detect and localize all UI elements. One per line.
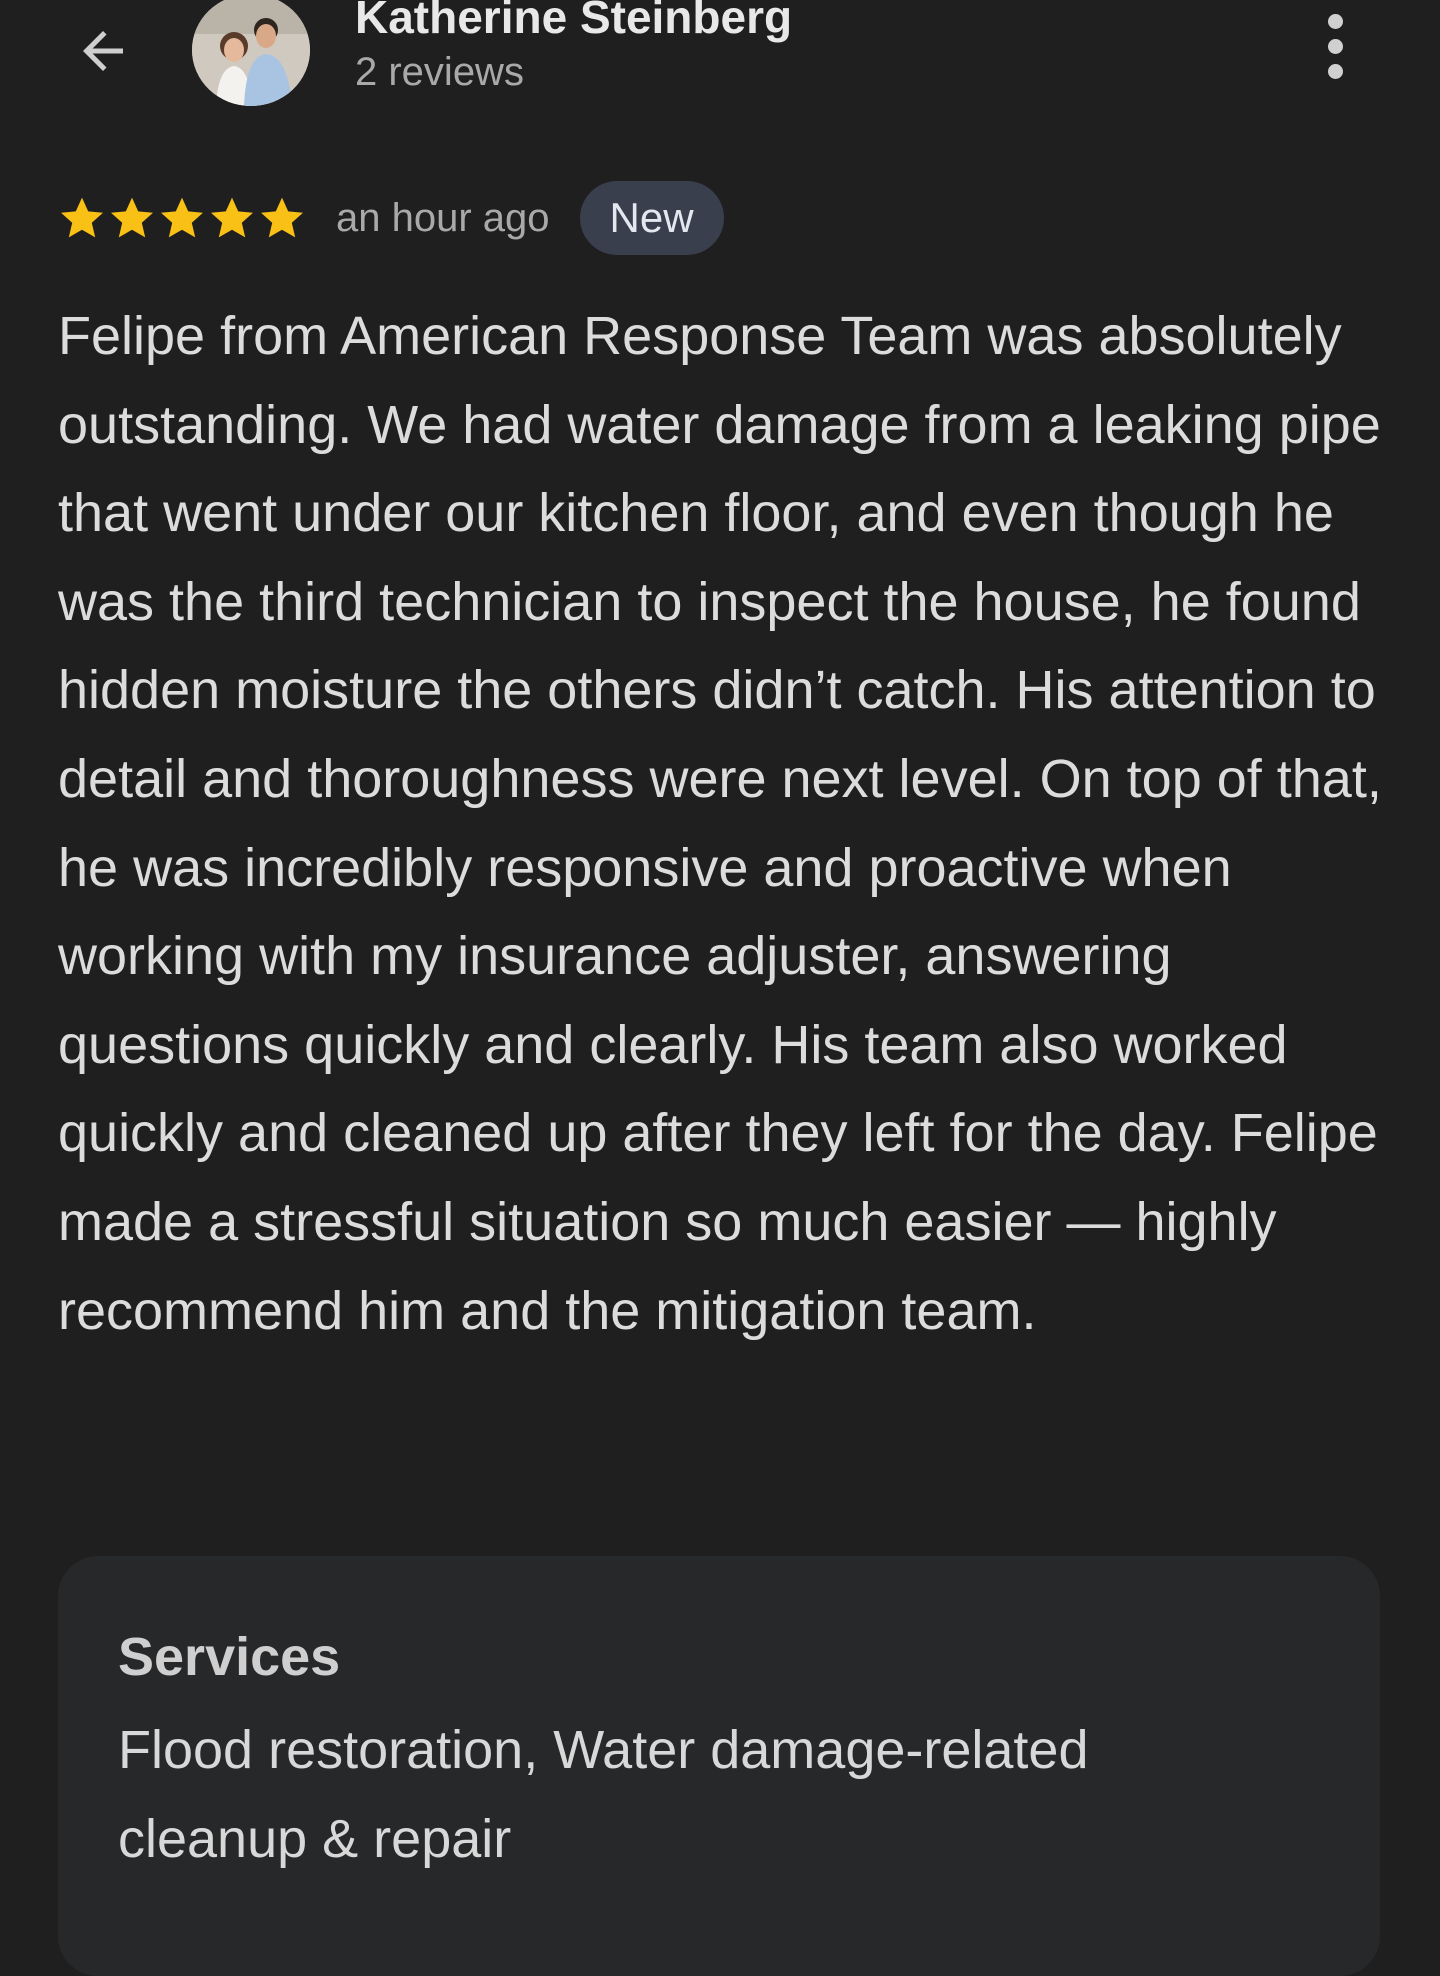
new-badge: New: [579, 181, 724, 255]
star-icon: [211, 197, 253, 238]
review-header: Katherine Steinberg 2 reviews: [0, 0, 1440, 130]
more-options-button[interactable]: [1300, 6, 1370, 86]
back-button[interactable]: [58, 6, 148, 96]
more-vertical-icon-dot: [1327, 38, 1343, 54]
more-vertical-icon-dot: [1327, 63, 1343, 79]
services-title: Services: [118, 1627, 341, 1687]
avatar[interactable]: [192, 0, 310, 106]
services-list: Flood restoration, Water damage-related …: [118, 1720, 1089, 1869]
star-icon: [111, 197, 153, 238]
review-text: Felipe from American Response Team was a…: [58, 306, 1382, 1341]
star-icon: [261, 197, 303, 238]
more-vertical-icon: [1327, 13, 1343, 29]
review-count: 2 reviews: [355, 50, 524, 94]
star-icon: [161, 197, 203, 238]
rating-row: an hour ago New: [58, 180, 724, 256]
star-rating: [58, 194, 306, 242]
review-timestamp: an hour ago: [336, 195, 550, 240]
arrow-back-icon: [83, 31, 123, 71]
services-card: Services Flood restoration, Water damage…: [58, 1556, 1380, 1976]
star-icon: [61, 197, 103, 238]
profile-photo-icon: [192, 0, 310, 106]
reviewer-name[interactable]: Katherine Steinberg: [355, 0, 792, 45]
